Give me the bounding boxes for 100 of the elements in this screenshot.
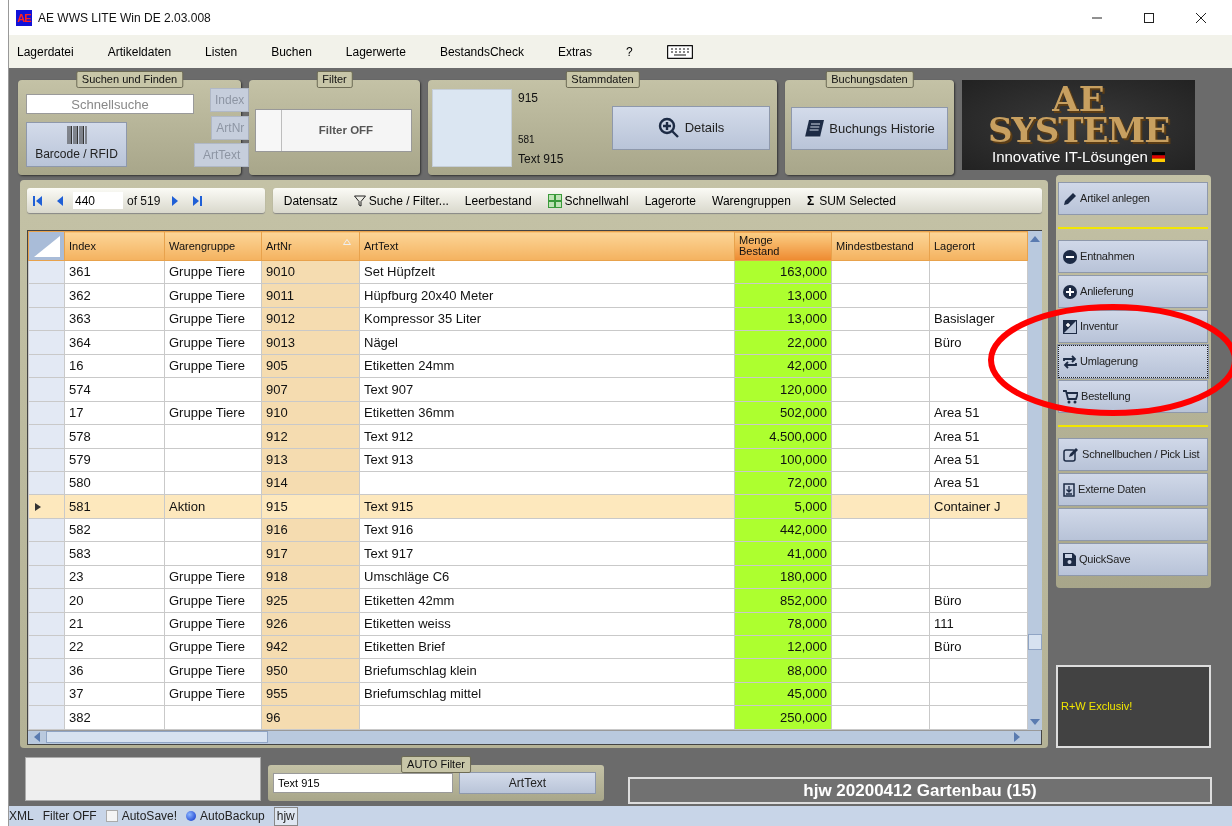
toolbar-button[interactable]: Datensatz <box>275 191 346 210</box>
menu-item[interactable]: BestandsCheck <box>439 42 524 61</box>
toolbar-button[interactable]: Lagerorte <box>636 191 704 210</box>
table-cell: Gruppe Tiere <box>164 658 262 683</box>
row-header[interactable] <box>28 494 65 519</box>
inventory-icon <box>1063 319 1077 334</box>
action-button[interactable]: Umlagerung <box>1058 345 1208 378</box>
promo-text: R+W Exclusiv! <box>1061 699 1133 715</box>
table-cell: 905 <box>261 354 360 378</box>
menu-item[interactable]: Listen <box>205 42 238 61</box>
previous-record-icon <box>55 194 65 207</box>
menu-item[interactable]: Extras <box>557 42 592 61</box>
checkbox[interactable] <box>105 810 118 822</box>
pencil-icon <box>1063 191 1077 206</box>
table-cell: 580 <box>64 471 165 495</box>
close-icon <box>1195 11 1207 24</box>
table-cell: Gruppe Tiere <box>164 682 262 706</box>
keyboard-icon <box>666 44 693 59</box>
menu-item[interactable]: Buchen <box>271 42 312 61</box>
scrollbar-thumb[interactable] <box>46 731 268 744</box>
table-cell: Hüpfburg 20x40 Meter <box>359 283 735 308</box>
table-cell: Gruppe Tiere <box>164 283 262 308</box>
table-cell: 583 <box>64 541 165 566</box>
table-cell: 918 <box>261 565 360 589</box>
action-button[interactable]: Artikel anlegen <box>1058 182 1208 215</box>
table-cell: 912 <box>261 424 360 448</box>
table-cell: 9011 <box>261 283 360 308</box>
table-cell: 942 <box>261 635 360 659</box>
column-header[interactable]: ArtNr <box>261 231 360 261</box>
action-button[interactable]: Schnellbuchen / Pick List <box>1058 438 1208 471</box>
status-text: AutoBackup <box>200 808 265 825</box>
action-button[interactable] <box>1058 508 1208 541</box>
table-cell: 910 <box>261 401 360 425</box>
column-header[interactable]: Menge Bestand <box>734 231 832 261</box>
menu-item[interactable]: Lagerwerte <box>345 42 406 61</box>
scroll-up-icon <box>1030 235 1040 243</box>
logo-mark: SYSTEME <box>987 114 1170 146</box>
action-button[interactable]: Externe Daten <box>1058 473 1208 506</box>
menu-item[interactable]: Lagerdatei <box>17 42 74 61</box>
table-cell: 578 <box>64 424 165 448</box>
column-header[interactable]: ArtText <box>359 231 735 261</box>
record-position-field[interactable]: 440 <box>73 192 123 209</box>
toolbar-button[interactable]: Suche / Filter... <box>345 191 457 210</box>
status-text: XML <box>9 808 34 825</box>
column-header[interactable]: Lagerort <box>929 231 1028 261</box>
table-cell: Gruppe Tiere <box>164 354 262 378</box>
table-cell: Umschläge C6 <box>359 565 735 589</box>
auto-filter-field[interactable]: Text 915 <box>273 773 453 793</box>
table-cell: 382 <box>64 705 165 730</box>
history-button[interactable]: Buchungs Historie <box>791 107 948 150</box>
table-cell: Etiketten 42mm <box>359 588 735 613</box>
cart-icon <box>1063 389 1078 404</box>
table-cell: 9010 <box>261 260 360 284</box>
menu-item[interactable]: ? <box>625 42 633 61</box>
table-cell: 950 <box>261 658 360 683</box>
column-header[interactable]: Warengruppe <box>164 231 262 261</box>
table-cell: Gruppe Tiere <box>164 260 262 284</box>
table-cell: 362 <box>64 283 165 308</box>
table-cell: 36 <box>64 658 165 683</box>
toolbar-button[interactable]: Leerbestand <box>456 191 540 210</box>
scroll-right-icon <box>1013 732 1021 743</box>
column-header[interactable]: Mindestbestand <box>831 231 930 261</box>
group-title: Stammdaten <box>565 71 640 88</box>
article-index: 581 <box>518 133 536 147</box>
barcode-icon <box>66 126 87 144</box>
table-cell: Büro <box>929 588 1028 613</box>
auto-filter-button[interactable]: ArtText <box>459 772 596 794</box>
details-button[interactable]: Details <box>612 106 770 150</box>
action-button[interactable]: QuickSave <box>1058 543 1208 576</box>
toolbar-button[interactable]: Σ SUM Selected <box>798 191 904 210</box>
table-cell: 574 <box>64 377 165 402</box>
edit-icon <box>1063 447 1079 462</box>
action-button[interactable]: Entnahmen <box>1058 240 1208 273</box>
menu-item[interactable]: Artikeldaten <box>107 42 172 61</box>
search-field[interactable]: Schnellsuche <box>26 94 194 114</box>
action-button[interactable]: Inventur <box>1058 310 1208 343</box>
toolbar-button[interactable]: Warengruppen <box>704 191 799 210</box>
filter-toggle-button[interactable]: Filter OFF <box>255 109 412 152</box>
funnel-icon <box>353 194 366 207</box>
table-cell: Etiketten 24mm <box>359 354 735 378</box>
action-button[interactable]: Anlieferung <box>1058 275 1208 308</box>
table-cell: Text 913 <box>359 448 735 472</box>
flag-icon <box>1151 151 1165 162</box>
table-cell: Gruppe Tiere <box>164 635 262 659</box>
barcode-button[interactable]: Barcode / RFID <box>26 122 127 167</box>
table-cell: 22 <box>64 635 165 659</box>
table-cell: 16 <box>64 354 165 378</box>
table-cell: 581 <box>64 494 165 519</box>
floppy-icon <box>1063 553 1076 566</box>
maximize-icon <box>1143 11 1155 24</box>
table-cell: 913 <box>261 448 360 472</box>
vertical-scrollbar[interactable] <box>1028 231 1042 730</box>
toolbar-button[interactable]: Schnellwahl <box>539 191 637 210</box>
database-title: hjw 20200412 Gartenbau (15) <box>628 777 1212 804</box>
logo-tagline: Innovative IT-Lösungen <box>992 146 1148 167</box>
table-cell: 916 <box>261 518 360 542</box>
column-header[interactable]: Index <box>64 231 165 261</box>
window-title: AE WWS LITE Win DE 2.03.008 <box>38 9 211 27</box>
table-cell: 582 <box>64 518 165 542</box>
scrollbar-thumb[interactable] <box>1028 633 1042 650</box>
